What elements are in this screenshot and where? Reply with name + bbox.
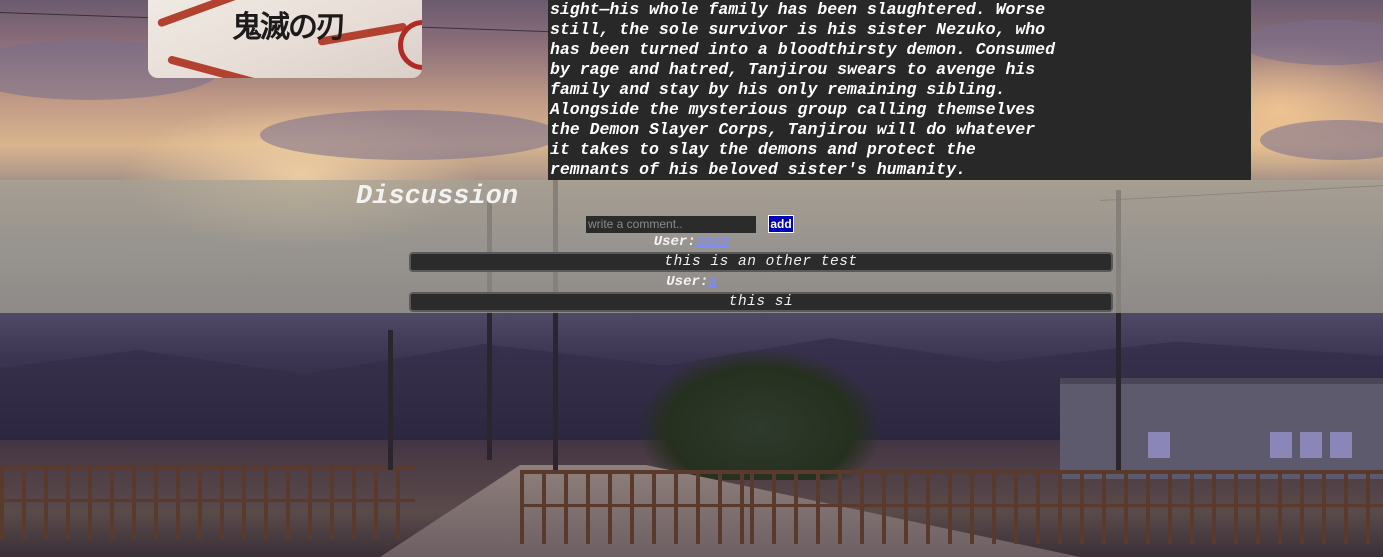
poster-title-logo: 鬼滅の刃 [232, 10, 346, 45]
user-label: User: [666, 274, 709, 290]
anime-poster-image: 鬼滅の刃 [148, 0, 422, 78]
comment-author-line: User:a [0, 274, 1383, 290]
synopsis-line: the Demon Slayer Corps, Tanjirou will do… [550, 120, 1036, 139]
synopsis-line: it takes to slay the demons and protect … [550, 140, 976, 159]
synopsis-line: has been turned into a bloodthirsty demo… [550, 40, 1055, 59]
add-comment-button[interactable]: add [768, 215, 794, 233]
synopsis-line: remnants of his beloved sister's humanit… [550, 160, 966, 179]
comment-author-link[interactable]: a [708, 274, 716, 290]
discussion-title: Discussion [356, 182, 519, 212]
comment-author-line: User:omom [0, 234, 1383, 250]
synopsis-line: by rage and hatred, Tanjirou swears to a… [550, 60, 1036, 79]
synopsis-line: sight—his whole family has been slaughte… [550, 0, 1046, 19]
synopsis-line: family and stay by his only remaining si… [550, 80, 1006, 99]
synopsis-panel: sight—his whole family has been slaughte… [548, 0, 1251, 180]
synopsis-line: still, the sole survivor is his sister N… [550, 20, 1046, 39]
comment-author-link[interactable]: omom [696, 234, 730, 250]
comment-text: this si [409, 292, 1113, 312]
comment-text: this is an other test [409, 252, 1113, 272]
comment-input[interactable] [586, 216, 756, 233]
user-label: User: [653, 234, 696, 250]
synopsis-line: Alongside the mysterious group calling t… [550, 100, 1036, 119]
